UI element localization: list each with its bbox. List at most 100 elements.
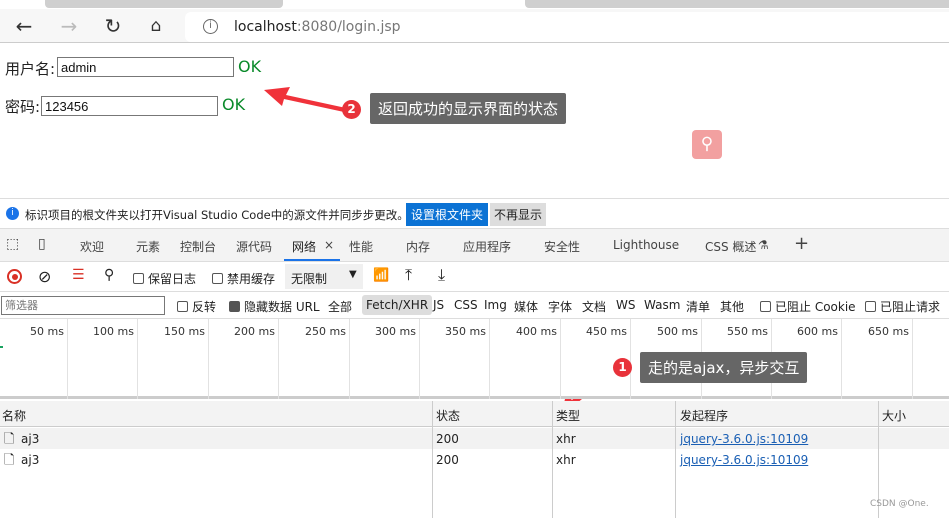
tab-welcome[interactable]: 欢迎 <box>80 238 104 255</box>
info-icon: i <box>6 207 19 220</box>
clear-icon[interactable]: ⊘ <box>38 267 51 286</box>
record-icon[interactable] <box>7 269 22 284</box>
table-row[interactable]: 🗋 aj3 200 xhr jquery-3.6.0.js:10109 <box>0 449 949 470</box>
timeline-tick-label: 600 ms <box>797 325 838 338</box>
invert-checkbox[interactable]: 反转 <box>177 298 216 315</box>
column-type[interactable]: 类型 <box>556 407 580 424</box>
timeline-gridline <box>208 319 209 399</box>
timeline-gridline <box>912 319 913 399</box>
blocked-requests-checkbox[interactable]: 已阻止请求 <box>865 298 940 315</box>
devtools-tabs: ⬚ ▯ 欢迎 元素 控制台 源代码 网络 × 性能 内存 应用程序 安全性 Li… <box>0 229 949 262</box>
add-tab-icon[interactable]: + <box>794 233 809 254</box>
timeline-tick-label: 250 ms <box>305 325 346 338</box>
watermark: CSDN @One. <box>870 499 929 509</box>
filter-ws[interactable]: WS <box>616 298 635 312</box>
blocked-cookies-checkbox[interactable]: 已阻止 Cookie <box>760 298 856 315</box>
preserve-log-checkbox[interactable]: 保留日志 <box>133 270 196 287</box>
timeline-tick-label: 300 ms <box>375 325 416 338</box>
tab-lighthouse[interactable]: Lighthouse <box>613 238 679 252</box>
filter-icon[interactable]: ☰ <box>72 267 85 283</box>
timeline-gridline <box>67 319 68 399</box>
filter-css[interactable]: CSS <box>454 298 478 312</box>
request-name: aj3 <box>21 453 40 467</box>
filter-doc[interactable]: 文档 <box>582 298 606 315</box>
column-name[interactable]: 名称 <box>2 407 26 424</box>
hide-data-urls-checkbox[interactable]: 隐藏数据 URL <box>229 298 320 315</box>
tab-console[interactable]: 控制台 <box>180 238 216 255</box>
throttle-select[interactable]: 无限制 ▼ <box>285 264 363 289</box>
annotation-arrow-2 <box>264 87 346 112</box>
close-tab-icon[interactable]: × <box>324 238 334 252</box>
filter-input[interactable] <box>1 296 165 315</box>
timeline-gridline <box>489 319 490 399</box>
column-divider[interactable] <box>675 401 676 518</box>
timeline-tick-label: 50 ms <box>30 325 64 338</box>
column-divider[interactable] <box>432 401 433 518</box>
request-type: xhr <box>556 432 576 446</box>
annotation-badge-2: 2 <box>342 100 361 119</box>
filter-fetch-xhr[interactable]: Fetch/XHR <box>362 295 433 315</box>
network-toolbar: ⊘ ☰ ⚲ 保留日志 禁用缓存 无限制 ▼ 📶 ⤒ ⤓ <box>0 262 949 292</box>
timeline-tick-label: 500 ms <box>657 325 698 338</box>
filter-other[interactable]: 其他 <box>720 298 744 315</box>
filter-all[interactable]: 全部 <box>328 298 352 315</box>
timeline-gridline <box>419 319 420 399</box>
timeline-tick-label: 150 ms <box>164 325 205 338</box>
active-tab-indicator <box>284 259 340 261</box>
request-status: 200 <box>436 432 459 446</box>
tab-sources[interactable]: 源代码 <box>236 238 272 255</box>
dropdown-icon: ▼ <box>349 269 357 280</box>
column-status[interactable]: 状态 <box>436 407 460 424</box>
annotation-bubble-1: 走的是ajax，异步交互 <box>640 352 808 383</box>
table-row[interactable]: 🗋 aj3 200 xhr jquery-3.6.0.js:10109 <box>0 428 949 449</box>
column-divider[interactable] <box>552 401 553 518</box>
tab-application[interactable]: 应用程序 <box>463 238 511 255</box>
infobar-message: 标识项目的根文件夹以打开Visual Studio Code中的源文件并同步步更… <box>25 208 409 222</box>
network-conditions-icon[interactable]: 📶 <box>373 268 389 283</box>
filter-font[interactable]: 字体 <box>548 298 572 315</box>
annotation-badge-1: 1 <box>613 358 632 377</box>
export-icon[interactable]: ⤓ <box>438 265 445 285</box>
timeline-bar <box>0 346 3 348</box>
column-initiator[interactable]: 发起程序 <box>680 407 728 424</box>
filter-manifest[interactable]: 清单 <box>686 298 710 315</box>
timeline-gridline <box>630 319 631 399</box>
timeline-gridline <box>560 319 561 399</box>
search-icon[interactable]: ⚲ <box>104 267 114 283</box>
tab-security[interactable]: 安全性 <box>544 238 580 255</box>
dont-show-again-button[interactable]: 不再显示 <box>490 203 547 226</box>
timeline-tick-label: 550 ms <box>727 325 768 338</box>
timeline-tick-label: 100 ms <box>93 325 134 338</box>
request-initiator-link[interactable]: jquery-3.6.0.js:10109 <box>680 453 808 467</box>
filter-media[interactable]: 媒体 <box>514 298 538 315</box>
filter-toolbar: 反转 隐藏数据 URL 全部 Fetch/XHR JS CSS Img 媒体 字… <box>0 292 949 319</box>
tab-memory[interactable]: 内存 <box>406 238 430 255</box>
timeline-tick-label: 450 ms <box>586 325 627 338</box>
request-name: aj3 <box>21 432 40 446</box>
devtools-infobar: i 标识项目的根文件夹以打开Visual Studio Code中的源文件并同步… <box>0 198 949 229</box>
tab-css-overview[interactable]: CSS 概述 <box>705 238 756 255</box>
request-type: xhr <box>556 453 576 467</box>
import-icon[interactable]: ⤒ <box>405 265 412 285</box>
timeline-tick-label: 350 ms <box>445 325 486 338</box>
device-toolbar-icon[interactable]: ▯ <box>38 236 46 252</box>
timeline-tick-label: 200 ms <box>234 325 275 338</box>
request-initiator-link[interactable]: jquery-3.6.0.js:10109 <box>680 432 808 446</box>
timeline-tick-label: 650 ms <box>868 325 909 338</box>
filter-js[interactable]: JS <box>433 298 444 312</box>
timeline-gridline <box>841 319 842 399</box>
set-root-folder-button[interactable]: 设置根文件夹 <box>406 203 489 226</box>
column-size[interactable]: 大小 <box>882 407 906 424</box>
tab-performance[interactable]: 性能 <box>349 238 373 255</box>
requests-table-header: 名称 状态 类型 发起程序 大小 <box>0 401 949 427</box>
filter-img[interactable]: Img <box>484 298 507 312</box>
tab-network[interactable]: 网络 <box>292 238 316 255</box>
disable-cache-checkbox[interactable]: 禁用缓存 <box>212 270 275 287</box>
timeline-gridline <box>137 319 138 399</box>
timeline-tick-label: 400 ms <box>516 325 557 338</box>
inspect-element-icon[interactable]: ⬚ <box>6 236 19 252</box>
tab-elements[interactable]: 元素 <box>136 238 160 255</box>
filter-wasm[interactable]: Wasm <box>644 298 680 312</box>
timeline-gridline <box>349 319 350 399</box>
flask-icon: ⚗ <box>758 238 769 252</box>
